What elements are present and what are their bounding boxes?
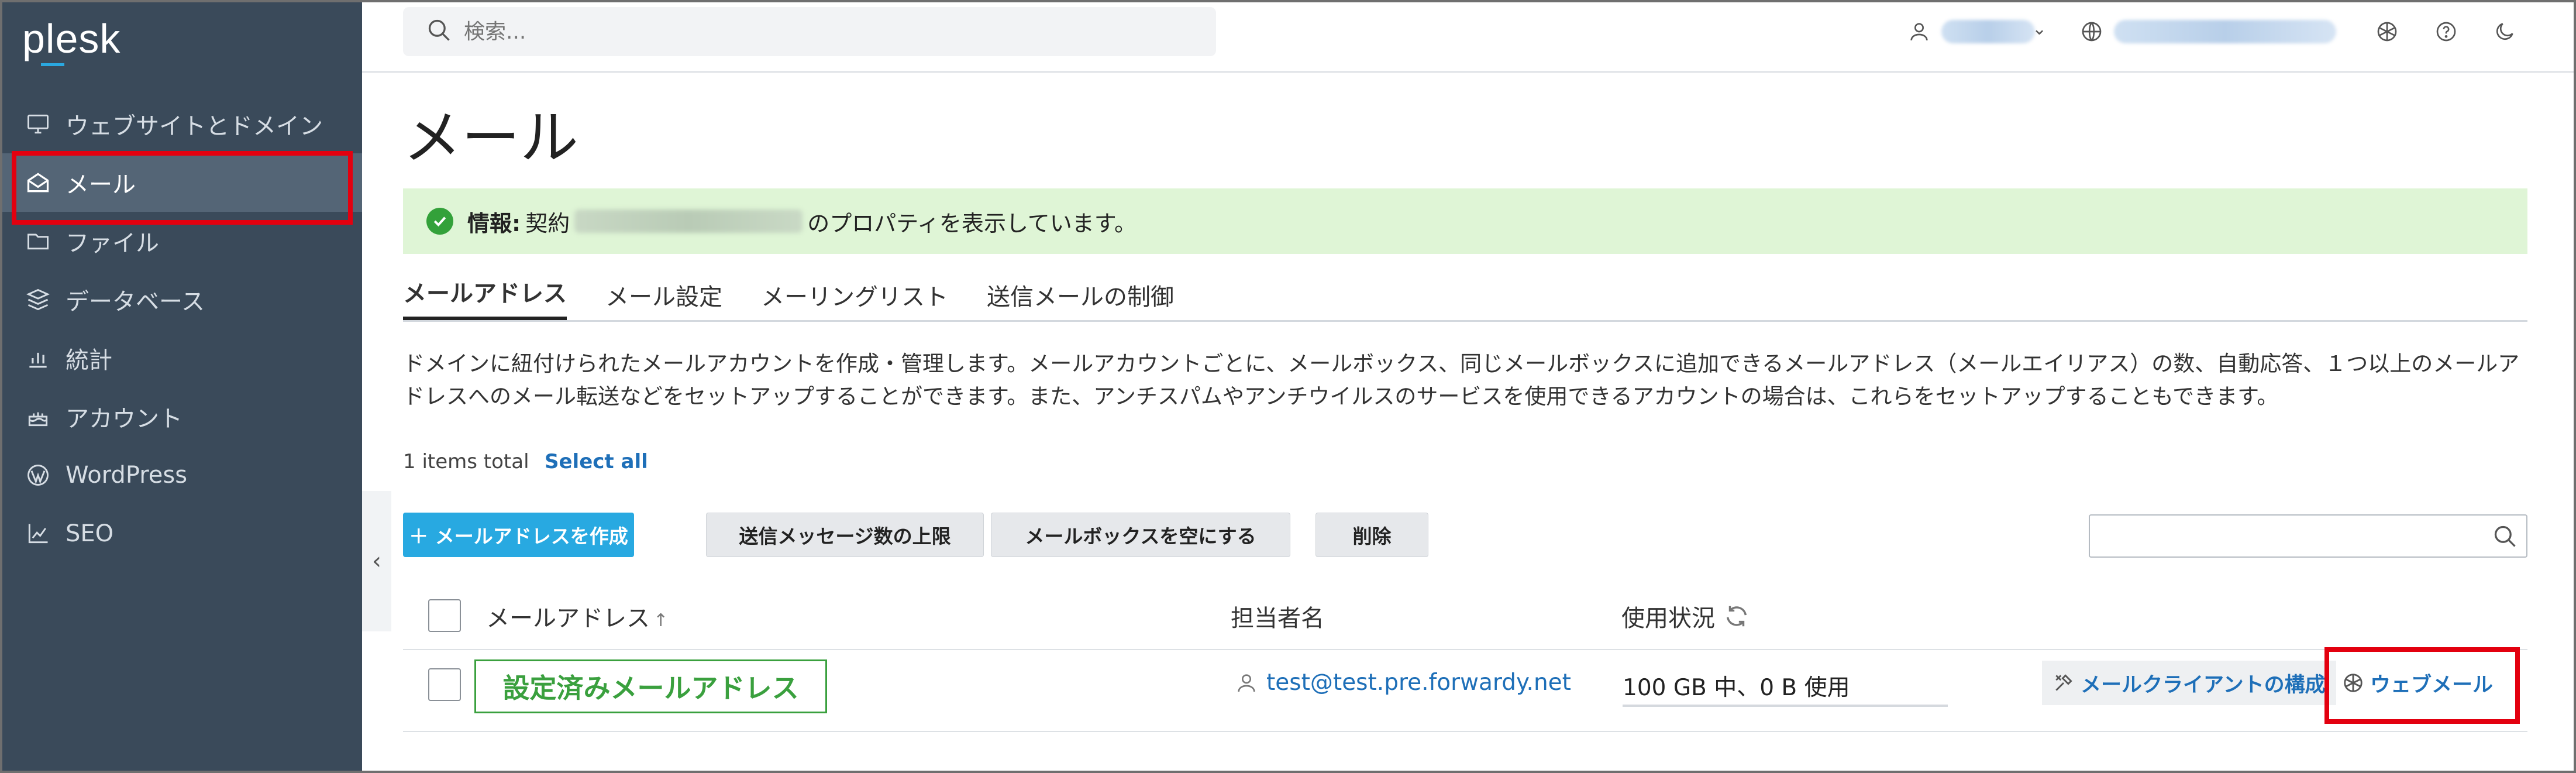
globe-icon[interactable] — [2079, 19, 2105, 44]
webmail-button[interactable]: ウェブメール — [2332, 661, 2503, 705]
sort-asc-icon: ↑ — [653, 610, 669, 631]
username-redacted[interactable] — [1941, 20, 2035, 43]
account-cake-icon — [23, 404, 53, 430]
sidebar-collapse-handle[interactable]: ‹ — [362, 491, 391, 631]
select-all-checkbox[interactable] — [428, 599, 461, 632]
sidebar-item-label: メール — [66, 171, 136, 198]
items-total: 1 items total — [403, 450, 529, 473]
sidebar-item-databases[interactable]: データベース — [2, 270, 362, 329]
tab-bar: メールアドレス メール設定 メーリングリスト 送信メールの制御 — [403, 277, 2527, 322]
sidebar-item-label: SEO — [66, 520, 114, 547]
seo-chart-icon — [23, 521, 53, 547]
subscription-redacted[interactable] — [2114, 20, 2336, 43]
logo-accent — [41, 63, 64, 66]
page-title: メール — [403, 104, 578, 172]
wordpress-icon — [23, 462, 53, 488]
row-checkbox[interactable] — [428, 668, 461, 701]
sidebar-item-account[interactable]: アカウント — [2, 387, 362, 446]
plesk-logo[interactable]: plesk — [22, 15, 120, 62]
delete-button[interactable]: 削除 — [1315, 513, 1428, 557]
domain-redacted — [574, 209, 803, 233]
chevron-down-icon[interactable]: ⌄ — [2032, 19, 2047, 39]
global-search[interactable] — [403, 7, 1216, 56]
tab-mailing-lists[interactable]: メーリングリスト — [761, 277, 948, 320]
column-header-owner[interactable]: 担当者名 — [1231, 599, 1324, 633]
info-prefix: 契約 — [525, 210, 570, 236]
mail-client-config-button[interactable]: メールクライアントの構成 — [2042, 661, 2336, 705]
usage-bar — [1623, 705, 1948, 707]
usage-cell: 100 GB 中、0 B 使用 — [1623, 675, 1850, 701]
info-label: 情報: — [467, 210, 521, 236]
refresh-icon[interactable] — [1723, 603, 1750, 630]
sidebar-item-seo[interactable]: SEO — [2, 504, 362, 563]
sidebar-item-label: データベース — [66, 288, 205, 315]
user-icon — [1238, 674, 1255, 692]
check-circle-icon — [426, 208, 453, 235]
sidebar-item-label: ファイル — [66, 230, 159, 257]
mail-address-cell[interactable]: 設定済みメールアドレス — [474, 659, 827, 713]
select-all-link[interactable]: Select all — [545, 450, 648, 473]
bar-chart-icon — [23, 345, 53, 371]
sidebar-item-label: アカウント — [66, 406, 182, 432]
list-search-input[interactable] — [2089, 514, 2527, 558]
tools-icon — [2055, 674, 2072, 691]
tab-mail-settings[interactable]: メール設定 — [605, 277, 722, 320]
user-icon[interactable] — [1906, 19, 1932, 44]
sidebar-item-websites-domains[interactable]: ウェブサイトとドメイン — [2, 95, 362, 153]
database-layers-icon — [23, 287, 53, 312]
table-header-divider — [403, 649, 2527, 650]
plesk-logo-icon[interactable] — [2374, 19, 2400, 44]
table-row-divider — [403, 731, 2527, 732]
folder-icon — [23, 228, 53, 254]
global-search-input[interactable] — [464, 19, 1166, 44]
owner-email[interactable]: test@test.pre.forwardy.net — [1266, 669, 1571, 696]
mail-envelope-icon — [23, 170, 53, 195]
monitor-icon — [23, 111, 53, 137]
sidebar-item-statistics[interactable]: 統計 — [2, 329, 362, 387]
sidebar-item-label: 統計 — [66, 347, 112, 374]
top-bar: ⌄ — [362, 2, 2574, 73]
column-header-usage[interactable]: 使用状況 — [1621, 599, 1750, 633]
sidebar: plesk ウェブサイトとドメイン メール ファイル データベース 統計 アカウ… — [2, 2, 362, 771]
create-mail-address-button[interactable]: ＋ メールアドレスを作成 — [403, 513, 634, 557]
info-suffix: のプロパティを表示しています。 — [807, 210, 1137, 236]
sidebar-item-wordpress[interactable]: WordPress — [2, 446, 362, 504]
search-icon — [426, 18, 452, 46]
tab-mail-addresses[interactable]: メールアドレス — [403, 277, 567, 320]
sidebar-item-mail[interactable]: メール — [2, 153, 362, 212]
sidebar-item-label: ウェブサイトとドメイン — [66, 113, 323, 140]
help-icon[interactable] — [2433, 19, 2459, 44]
sidebar-item-label: WordPress — [66, 462, 188, 489]
moon-icon[interactable] — [2492, 19, 2518, 44]
sidebar-item-files[interactable]: ファイル — [2, 212, 362, 270]
webmail-icon — [2344, 674, 2363, 692]
owner-cell[interactable]: test@test.pre.forwardy.net — [1235, 669, 1571, 696]
send-limit-button[interactable]: 送信メッセージ数の上限 — [706, 513, 984, 557]
tab-outgoing-mail-control[interactable]: 送信メールの制御 — [987, 277, 1174, 320]
column-header-address[interactable]: メールアドレス ↑ — [486, 599, 668, 633]
page-description: ドメインに紐付けられたメールアカウントを作成・管理します。メールアカウントごとに… — [403, 351, 2520, 409]
empty-mailbox-button[interactable]: メールボックスを空にする — [991, 513, 1290, 557]
info-banner: 情報: 契約 のプロパティを表示しています。 — [403, 188, 2527, 254]
search-icon — [2494, 525, 2516, 547]
chevron-left-icon: ‹ — [372, 548, 381, 575]
